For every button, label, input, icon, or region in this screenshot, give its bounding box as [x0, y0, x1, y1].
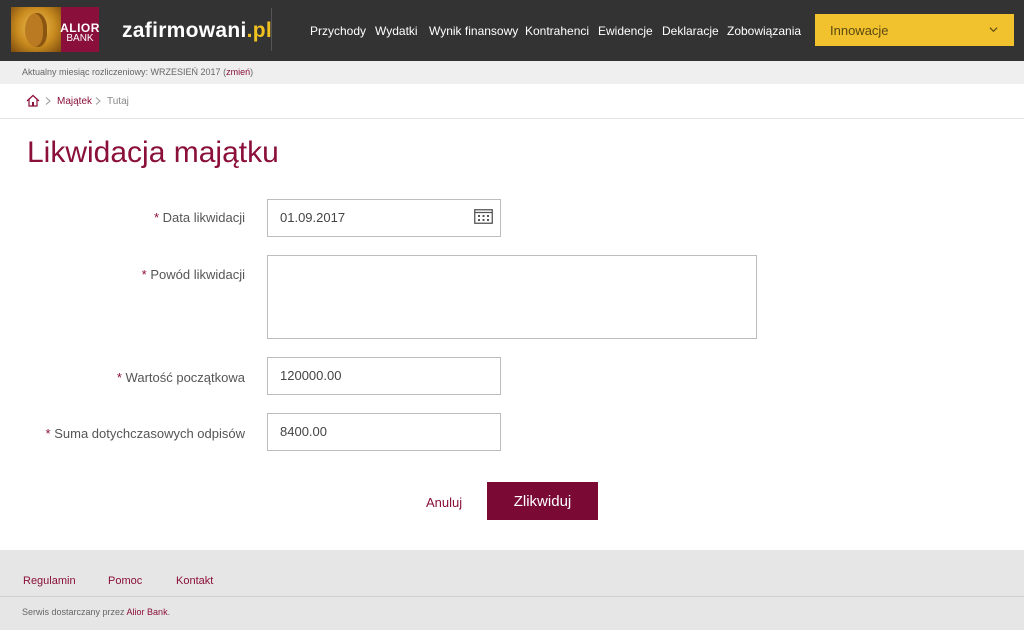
reason-label: * Powód likwidacji: [141, 267, 245, 282]
footer-link-pomoc[interactable]: Pomoc: [108, 575, 142, 587]
nav-item-deklaracje[interactable]: Deklaracje: [662, 24, 719, 38]
nav-item-wynik-finansowy[interactable]: Wynik finansowy: [429, 24, 518, 38]
liquidate-button[interactable]: Zlikwiduj: [487, 482, 598, 520]
nav-item-zobowiazania[interactable]: Zobowiązania: [727, 24, 801, 38]
footer-link-regulamin[interactable]: Regulamin: [23, 575, 76, 587]
footer: Regulamin Pomoc Kontakt Serwis dostarcza…: [0, 550, 1024, 630]
breadcrumb-link-majatek[interactable]: Majątek: [57, 96, 92, 107]
header-divider: [271, 8, 272, 51]
home-icon[interactable]: [26, 94, 40, 107]
footer-link-kontakt[interactable]: Kontakt: [176, 575, 213, 587]
chevron-right-icon: [95, 97, 101, 105]
date-label: * Data likwidacji: [153, 210, 245, 225]
date-input[interactable]: 01.09.2017: [267, 199, 501, 237]
dropdown-label: Innowacje: [830, 23, 889, 38]
page-title: Likwidacja majątku: [27, 136, 279, 169]
cancel-link[interactable]: Anuluj: [426, 495, 462, 510]
calendar-icon[interactable]: [474, 209, 493, 224]
depreciation-input[interactable]: 8400.00: [267, 413, 501, 451]
depreciation-label: * Suma dotychczasowych odpisów: [45, 426, 245, 441]
alior-bank-logo[interactable]: ALIOR BANK: [11, 7, 99, 52]
initial-value-label: * Wartość początkowa: [116, 370, 245, 385]
chevron-right-icon: [45, 97, 51, 105]
top-header: ALIOR BANK zafirmowani.pl Przychody Wyda…: [0, 0, 1024, 61]
change-month-link[interactable]: zmień: [226, 67, 250, 77]
reason-textarea[interactable]: [267, 255, 757, 339]
logo-text-line2: BANK: [66, 33, 94, 44]
nav-item-kontrahenci[interactable]: Kontrahenci: [525, 24, 589, 38]
billing-month-bar: Aktualny miesiąc rozliczeniowy: WRZESIEŃ…: [0, 61, 1024, 84]
billing-month-text: Aktualny miesiąc rozliczeniowy: WRZESIEŃ…: [22, 67, 221, 77]
nav-item-wydatki[interactable]: Wydatki: [375, 24, 418, 38]
chevron-down-icon: [989, 27, 998, 33]
nav-item-ewidencje[interactable]: Ewidencje: [598, 24, 653, 38]
site-brand[interactable]: zafirmowani.pl: [122, 19, 272, 43]
initial-value-input[interactable]: 120000.00: [267, 357, 501, 395]
breadcrumb-current: Tutaj: [107, 96, 129, 107]
logo-emblem-icon: [11, 7, 61, 52]
footer-note: Serwis dostarczany przez Alior Bank.: [22, 607, 171, 617]
innovations-dropdown[interactable]: Innowacje: [815, 14, 1014, 46]
nav-item-przychody[interactable]: Przychody: [310, 24, 366, 38]
breadcrumb: Majątek Tutaj: [0, 84, 1024, 119]
footer-links: Regulamin Pomoc Kontakt: [0, 550, 1024, 597]
footer-alior-link[interactable]: Alior Bank: [127, 607, 168, 617]
